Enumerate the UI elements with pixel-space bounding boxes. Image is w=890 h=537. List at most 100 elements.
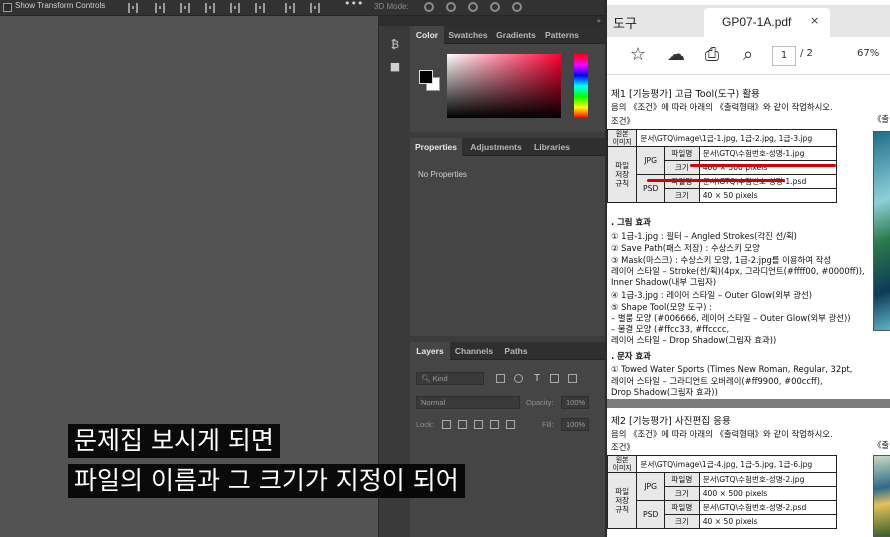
q1-conditions-label: 조건》 <box>611 116 635 126</box>
canvas-area[interactable] <box>0 16 378 537</box>
filter-type-icon[interactable]: T <box>534 373 540 384</box>
tab-layers[interactable]: Layers <box>410 342 450 360</box>
q2-output-preview-image <box>873 455 890 537</box>
filter-smart-object-icon[interactable] <box>568 374 577 383</box>
more-options-button[interactable]: ••• <box>344 0 363 10</box>
tab-gradients[interactable]: Gradients <box>494 26 538 44</box>
color-field[interactable] <box>447 54 561 118</box>
color-panel <box>410 44 605 132</box>
q1-effect-3c: Inner Shadow(내부 그림자) <box>611 277 717 287</box>
q1-output-preview-image <box>873 131 890 331</box>
q2-psd-name-label: 파일명 <box>663 500 700 515</box>
q1-orig-value: 문서\GTQ\image\1급-1.jpg, 1급-2.jpg, 1급-3.jp… <box>636 129 837 147</box>
page-separator <box>607 399 890 408</box>
tab-channels[interactable]: Channels <box>454 342 494 360</box>
3d-orbit-icon[interactable] <box>424 2 434 12</box>
fill-label: Fill: <box>542 420 554 429</box>
q2-jpg-size: 400 × 500 pixels <box>698 486 838 501</box>
align-right-icon[interactable] <box>180 3 190 13</box>
upload-cloud-icon[interactable]: ☁ <box>665 44 687 65</box>
tab-libraries[interactable]: Libraries <box>530 138 574 156</box>
q1-jpg-size: 400 × 500 pixels <box>698 160 838 175</box>
history-icon[interactable]: ₿ <box>388 38 402 52</box>
kind-label: Kind <box>432 374 448 383</box>
q1-text-effect-1: ① Towed Water Sports (Times New Roman, R… <box>611 364 853 374</box>
panel-dock: » Color Swatches Gradients Patterns Prop… <box>410 16 605 537</box>
fill-input[interactable]: 100% <box>561 418 589 431</box>
show-transform-checkbox[interactable] <box>3 3 12 12</box>
strip-header <box>379 16 411 26</box>
q1-orig-label: 원본 이미지 <box>607 129 638 147</box>
filter-shape-icon[interactable] <box>550 374 559 383</box>
opacity-label: Opacity: <box>526 398 554 407</box>
q2-jpg-name: 문서\GTQ\수험번호-성명-2.jpg <box>698 472 838 487</box>
align-middle-icon[interactable] <box>230 3 240 13</box>
print-icon[interactable]: ⎙ <box>701 44 723 65</box>
q1-text-effect-1c: Drop Shadow(그림자 효과)) <box>611 387 718 397</box>
document-tab-name: GP07-1A.pdf <box>722 15 792 29</box>
lock-all-icon[interactable] <box>506 420 515 429</box>
q2-instruction: 음의 《조건》에 따라 아래의 《출력형태》와 같이 작업하시오. <box>611 429 833 439</box>
options-bar: Show Transform Controls ••• 3D Mode: <box>0 0 605 16</box>
q1-save-label: 파일 저장 규칙 <box>607 146 638 203</box>
q2-psd-label: PSD <box>636 500 665 529</box>
tab-color[interactable]: Color <box>410 26 444 44</box>
q1-psd-size: 40 × 50 pixels <box>698 188 838 203</box>
pdf-toolbar: ☆ ☁ ⎙ ⌕ 1 / 2 67% <box>607 37 890 75</box>
tab-patterns[interactable]: Patterns <box>542 26 582 44</box>
align-bottom-icon[interactable] <box>255 3 265 13</box>
q2-jpg-name-label: 파일명 <box>663 472 700 487</box>
layer-filter-kind[interactable]: 🔍︎ Kind <box>416 372 484 385</box>
tab-paths[interactable]: Paths <box>498 342 534 360</box>
properties-panel: No Properties <box>410 156 605 336</box>
align-top-icon[interactable] <box>205 3 215 13</box>
lock-image-icon[interactable] <box>458 420 467 429</box>
tab-properties[interactable]: Properties <box>410 138 462 156</box>
filter-pixel-icon[interactable] <box>496 374 505 383</box>
pdf-tab-bar: 도구 GP07-1A.pdf × <box>607 5 890 37</box>
opacity-input[interactable]: 100% <box>561 396 589 409</box>
tab-swatches[interactable]: Swatches <box>448 26 488 44</box>
zoom-level[interactable]: 67% <box>857 48 879 59</box>
distribute-vertical-icon[interactable] <box>310 3 320 13</box>
bookmark-star-icon[interactable]: ☆ <box>627 44 649 65</box>
subtitle-line-2: 파일의 이름과 그 크기가 지정이 되어 <box>68 464 465 498</box>
layers-panel-tabs: Layers Channels Paths <box>410 342 605 360</box>
q2-jpg-size-label: 크기 <box>663 486 700 501</box>
tools-tab[interactable]: 도구 <box>613 13 637 32</box>
comment-icon[interactable]: ■ <box>388 60 402 74</box>
3d-scale-icon[interactable] <box>512 2 522 12</box>
tab-adjustments[interactable]: Adjustments <box>466 138 526 156</box>
blend-mode-select[interactable]: Normal <box>416 396 520 409</box>
zoom-search-icon[interactable]: ⌕ <box>737 44 759 65</box>
collapse-panels-button[interactable]: » <box>410 16 605 26</box>
3d-mode-label: 3D Mode: <box>374 2 409 11</box>
filter-adjustment-icon[interactable] <box>514 374 523 383</box>
3d-roll-icon[interactable] <box>446 2 456 12</box>
lock-position-icon[interactable] <box>474 420 483 429</box>
foreground-color-swatch[interactable] <box>419 70 433 84</box>
hue-slider[interactable] <box>574 54 588 118</box>
annotation-underline-name <box>690 164 836 167</box>
distribute-icon[interactable] <box>285 3 295 13</box>
q1-effect-2: ② Save Path(패스 저장) : 수상스키 모양 <box>611 243 760 253</box>
q2-title: 제2 [기능평가] 사진편집 응용 <box>611 416 731 427</box>
close-tab-icon[interactable]: × <box>810 14 819 27</box>
q1-jpg-label: JPG <box>636 146 665 175</box>
q2-psd-size-label: 크기 <box>663 514 700 529</box>
lock-transparent-icon[interactable] <box>442 420 451 429</box>
align-center-icon[interactable] <box>155 3 165 13</box>
3d-slide-icon[interactable] <box>490 2 500 12</box>
lock-artboard-icon[interactable] <box>490 420 499 429</box>
q1-jpg-name: 문서\GTQ\수험번호-성명-1.jpg <box>698 146 838 161</box>
align-left-icon[interactable] <box>128 3 138 13</box>
3d-pan-icon[interactable] <box>468 2 478 12</box>
q2-save-label: 파일 저장 규칙 <box>607 472 638 529</box>
q2-jpg-label: JPG <box>636 472 665 501</box>
q2-psd-size: 40 × 50 pixels <box>698 514 838 529</box>
q1-effect-1: ① 1급-1.jpg : 필터 – Angled Strokes(각진 선/획) <box>611 231 797 241</box>
document-tab[interactable]: GP07-1A.pdf × <box>704 8 830 37</box>
page-number-input[interactable]: 1 <box>772 46 796 66</box>
layers-panel: 🔍︎ Kind T Normal Opacity: 100% Lock: Fil… <box>410 360 605 537</box>
q2-file-table: 원본 이미지 문서\GTQ\image\1급-4.jpg, 1급-5.jpg, … <box>607 455 838 529</box>
